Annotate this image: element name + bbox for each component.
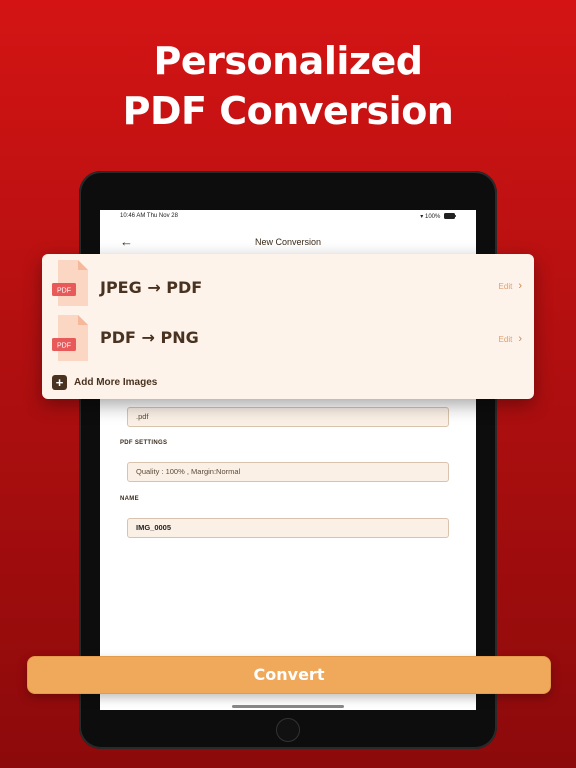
headline: Personalized PDF Conversion [0, 36, 576, 136]
name-field[interactable]: IMG_0005 [127, 518, 449, 538]
edit-label: Edit [498, 335, 513, 344]
nav-title: New Conversion [254, 237, 322, 247]
pdf-settings-field[interactable]: Quality : 100% , Margin:Normal [127, 462, 449, 482]
plus-icon: + [52, 375, 67, 390]
edit-label: Edit [498, 282, 513, 291]
pdf-badge-text: PDF [57, 343, 71, 350]
conversion-row[interactable]: PDF JPEG → PDF Edit › [42, 260, 534, 310]
edit-link[interactable]: Edit › [499, 280, 522, 292]
convert-button[interactable]: Convert [27, 656, 551, 694]
edit-link[interactable]: Edit › [499, 333, 522, 345]
pdf-badge-text: PDF [57, 288, 71, 295]
conversions-card: PDF JPEG → PDF Edit › PDF PDF → PNG Edit ›… [42, 254, 534, 399]
conversion-row[interactable]: PDF PDF → PNG Edit › [42, 315, 534, 365]
status-indicators-text: ▾ 100% [420, 214, 441, 220]
status-bar: 10:46 AM Thu Nov 28 ▾ 100% [100, 210, 476, 224]
pdf-file-icon: PDF [52, 260, 88, 306]
pdf-file-icon: PDF [52, 315, 88, 361]
name-label: NAME [120, 496, 139, 502]
status-time: 10:46 AM Thu Nov 28 [120, 213, 178, 219]
chevron-right-icon: › [518, 280, 522, 292]
home-button [276, 718, 300, 742]
status-indicators: ▾ 100% [420, 213, 456, 220]
add-more-label: Add More Images [74, 377, 158, 388]
headline-line-1: Personalized [153, 39, 423, 83]
pdf-settings-label: PDF SETTINGS [120, 440, 168, 446]
conversion-title: JPEG → PDF [100, 278, 203, 297]
nav-bar: ← New Conversion [100, 234, 476, 250]
home-indicator [232, 705, 344, 708]
battery-icon [444, 213, 456, 220]
extension-field[interactable]: .pdf [127, 407, 449, 427]
conversion-title: PDF → PNG [100, 328, 199, 347]
headline-line-2: PDF Conversion [122, 89, 454, 133]
chevron-right-icon: › [518, 333, 522, 345]
